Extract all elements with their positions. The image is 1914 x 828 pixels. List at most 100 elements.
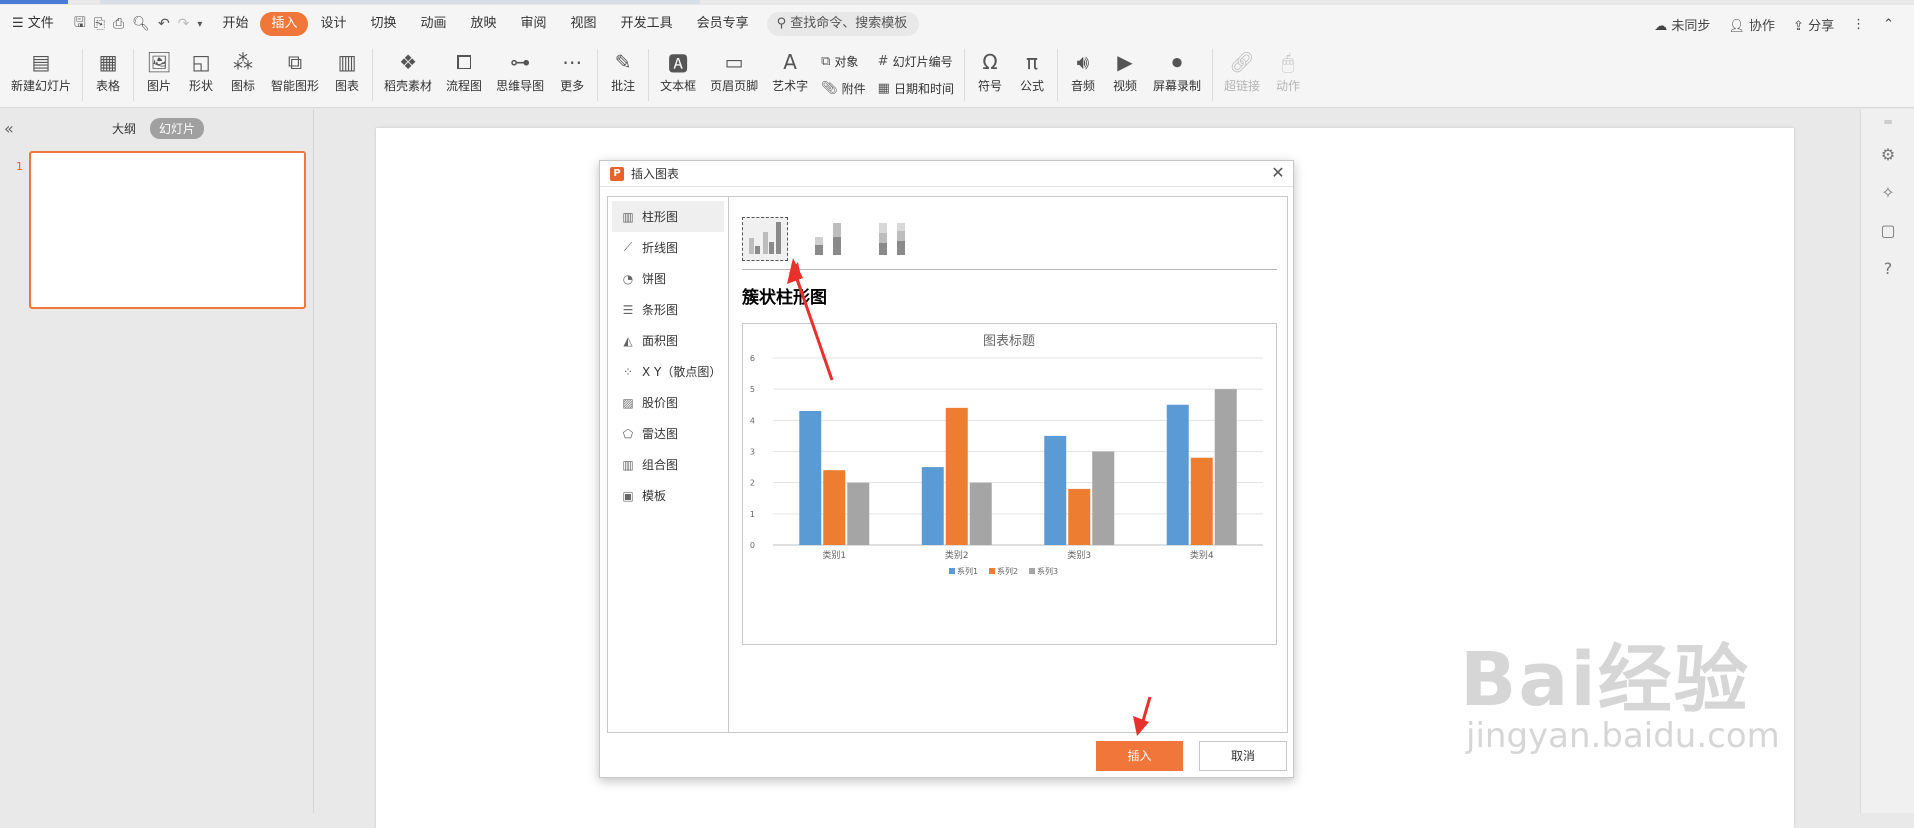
hyperlink-button[interactable]: 🔗︎ 超链接 [1217,43,1267,94]
chart-type-combo[interactable]: ▥ 组合图 [612,449,724,480]
close-icon[interactable]: ✕ [1269,164,1287,182]
insert-button[interactable]: 插入 [1096,741,1183,771]
wordart-button[interactable]: A 艺术字 [765,43,815,94]
more-options-icon[interactable]: ⋮ [1852,17,1865,32]
tab-design[interactable]: 设计 [308,12,358,36]
chart-type-line[interactable]: ⟋ 折线图 [612,232,724,263]
attachment-button[interactable]: 📎︎ 附件 [821,80,866,97]
video-button[interactable]: ▶ 视频 [1104,43,1146,94]
chart-type-pie[interactable]: ◔ 饼图 [612,263,724,294]
flowchart-button[interactable]: ⧠ 流程图 [439,43,489,94]
inactive-document-tab[interactable] [100,0,700,4]
save-icon[interactable]: 🖫 [74,12,86,36]
y-tick-label: 1 [750,510,755,519]
chart-button[interactable]: ▥ 图表 [326,43,368,94]
x-tick-label: 类别2 [945,549,969,561]
chart-type-column[interactable]: ▥ 柱形图 [612,201,724,232]
dialog-titlebar: P 插入图表 ✕ [600,161,1293,187]
print-preview-icon[interactable]: 🔍︎ [132,16,150,32]
new-slide-button[interactable]: ▤ 新建幻灯片 [4,43,78,94]
more-button[interactable]: ⋯ 更多 [551,43,593,94]
tab-outline[interactable]: 大纲 [112,120,136,137]
help-icon[interactable]: ? [1861,249,1914,287]
chart-type-list: ▥ 柱形图 ⟋ 折线图 ◔ 饼图 ☰ 条形图 ◭ 面积图 ⁘ X Y（散点图） ▨ 股价图 ⬠… [608,197,729,732]
header-footer-button[interactable]: ▭ 页眉页脚 [703,43,765,94]
share-icon: ⇪ [1793,18,1804,34]
tab-member[interactable]: 会员专享 [685,12,761,36]
picture-button[interactable]: 🖼︎ 图片 [138,43,180,94]
collaborate-button[interactable]: 👤︎ 协作 [1728,15,1775,34]
sidebar-handle-icon[interactable]: ═ [1861,109,1914,135]
bar-系列2-类别2 [945,407,968,545]
textbox-button[interactable]: 🅰︎ 文本框 [653,43,703,94]
smartart-button[interactable]: ⧉ 智能图形 [264,43,326,94]
tab-transitions[interactable]: 切换 [358,12,408,36]
paperclip-icon: 📎︎ [821,81,838,96]
tab-developer[interactable]: 开发工具 [609,12,685,36]
mindmap-button[interactable]: ⊶ 思维导图 [489,43,551,94]
chart-type-bar[interactable]: ☰ 条形图 [612,294,724,325]
command-search[interactable]: ⚲ 查找命令、搜索模板 [766,12,920,36]
share-button[interactable]: ⇪ 分享 [1793,15,1834,34]
picture-icon: 🖼︎ [146,50,172,74]
tab-slideshow[interactable]: 放映 [459,12,509,36]
chart-type-stock[interactable]: ▨ 股价图 [612,387,724,418]
toolbar-divider [597,49,599,101]
symbol-button[interactable]: Ω 符号 [969,43,1011,94]
comment-panel-icon[interactable]: ▢ [1861,211,1914,249]
action-button[interactable]: 🖱︎ 动作 [1267,43,1309,94]
menubar-right: ☁ 未同步 👤︎ 协作 ⇪ 分享 ⋮ ⌃ [1654,5,1894,43]
dialog-title: 插入图表 [631,167,680,181]
tab-review[interactable]: 审阅 [509,12,559,36]
adjust-icon[interactable]: ⚙ [1861,135,1914,173]
chart-type-template[interactable]: ▣ 模板 [612,480,724,511]
chart-type-radar[interactable]: ⬠ 雷达图 [612,418,724,449]
active-document-tab[interactable] [0,0,68,4]
material-button[interactable]: ❖ 稻壳素材 [377,43,439,94]
cloud-icon: ☁ [1654,18,1668,34]
screen-record-button[interactable]: ⏺ 屏幕录制 [1146,43,1208,94]
print-icon[interactable]: ⎙ [113,16,124,32]
format-painter-icon[interactable]: ⎘ [94,16,105,32]
object-button[interactable]: ⧉ 对象 [821,53,866,70]
tab-animations[interactable]: 动画 [409,12,459,36]
tab-view[interactable]: 视图 [559,12,609,36]
table-button[interactable]: ▦ 表格 [87,43,129,94]
audio-button[interactable]: 🔊︎ 音频 [1062,43,1104,94]
search-icon: ⚲ [776,16,787,31]
header-footer-icon: ▭ [724,50,744,74]
slide-number-button[interactable]: # 幻灯片编号 [878,53,954,70]
tab-insert[interactable]: 插入 [260,12,309,36]
formula-button[interactable]: π 公式 [1011,43,1053,94]
customize-dropdown-icon[interactable]: ▾ [197,19,202,30]
clustered-column-subtype[interactable] [742,217,788,261]
toolbar-divider [648,49,650,101]
stacked-column-subtype[interactable] [806,217,852,261]
y-tick-label: 5 [750,385,755,394]
sync-status[interactable]: ☁ 未同步 [1654,15,1710,34]
pin-icon[interactable]: ✧ [1861,173,1914,211]
more-dots-icon: ⋯ [562,50,583,74]
wps-logo-icon: P [610,166,624,181]
chart-type-scatter[interactable]: ⁘ X Y（散点图） [612,356,724,387]
chart-type-area[interactable]: ◭ 面积图 [612,325,724,356]
legend-label: 系列1 [957,566,978,576]
collapse-ribbon-icon[interactable]: ⌃ [1883,17,1894,32]
tab-slides[interactable]: 幻灯片 [150,118,205,139]
slide-thumbnail[interactable] [29,151,306,309]
shape-button[interactable]: ◱ 形状 [180,43,222,94]
comment-button[interactable]: ✎ 批注 [602,43,644,94]
undo-icon[interactable]: ↶ [158,16,170,32]
tab-home[interactable]: 开始 [210,12,260,36]
file-menu[interactable]: ☰ 文件 [0,12,66,36]
redo-icon[interactable]: ↷ [178,16,190,32]
toolbar-divider [1211,49,1213,101]
slide-number-icon: # [877,54,889,69]
datetime-button[interactable]: ▦ 日期和时间 [878,80,954,97]
legend-label: 系列2 [997,566,1018,576]
percent-stacked-column-subtype[interactable] [870,217,916,261]
speaker-icon: 🔊︎ [1076,50,1090,74]
icon-button[interactable]: ⁂ 图标 [222,43,264,94]
collapse-panel-icon[interactable]: « [4,119,14,138]
cancel-button[interactable]: 取消 [1199,741,1287,771]
